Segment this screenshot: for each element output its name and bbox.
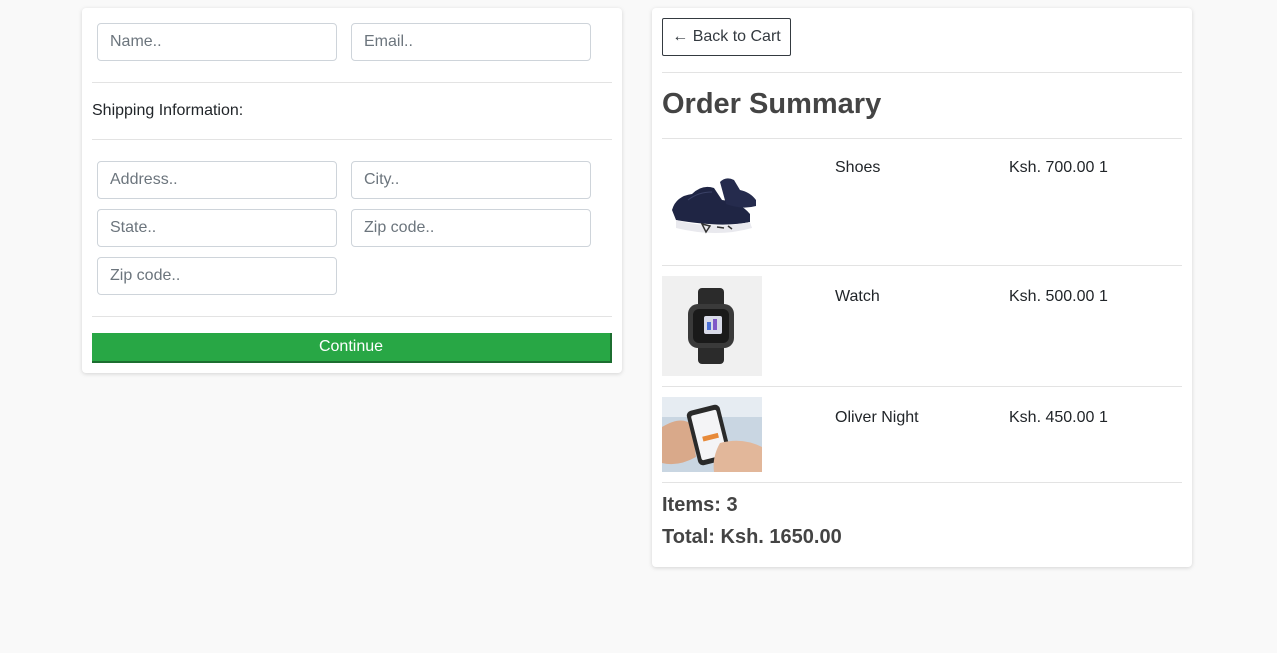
item-price: Ksh. 700.00 — [1009, 159, 1095, 176]
items-count: Items: 3 — [662, 494, 738, 516]
shipping-heading: Shipping Information: — [92, 102, 244, 119]
zip-code-field[interactable] — [351, 209, 591, 247]
item-name: Watch — [835, 288, 880, 305]
item-quantity: 1 — [1099, 288, 1108, 305]
item-name: Shoes — [835, 159, 881, 176]
email-field[interactable] — [351, 23, 591, 61]
order-item-row: Shoes Ksh. 700.00 1 — [662, 148, 1182, 265]
back-to-cart-button[interactable]: ← Back to Cart — [662, 18, 791, 56]
divider — [92, 139, 612, 140]
order-item-row: Watch Ksh. 500.00 1 — [662, 276, 1182, 376]
city-field[interactable] — [351, 161, 591, 199]
divider — [92, 316, 612, 317]
order-total: Total: Ksh. 1650.00 — [662, 526, 842, 548]
divider — [662, 138, 1182, 139]
item-price: Ksh. 450.00 — [1009, 409, 1095, 426]
divider — [662, 72, 1182, 73]
name-field[interactable] — [97, 23, 337, 61]
phone-in-hand-image — [662, 397, 762, 472]
divider — [662, 482, 1182, 483]
item-price: Ksh. 500.00 — [1009, 288, 1095, 305]
continue-button[interactable]: Continue — [92, 333, 612, 363]
address-field[interactable] — [97, 161, 337, 199]
order-item-row: Oliver Night Ksh. 450.00 1 — [662, 397, 1182, 472]
item-quantity: 1 — [1099, 159, 1108, 176]
divider — [662, 265, 1182, 266]
order-summary-card: ← Back to Cart Order Summary Shoes Ksh. … — [652, 8, 1192, 567]
smartwatch-image — [662, 276, 762, 376]
divider — [92, 82, 612, 83]
state-field[interactable] — [97, 209, 337, 247]
divider — [662, 386, 1182, 387]
item-quantity: 1 — [1099, 409, 1108, 426]
checkout-form-card: Shipping Information: Continue — [82, 8, 622, 373]
item-name: Oliver Night — [835, 409, 919, 426]
zip-code-field-2[interactable] — [97, 257, 337, 295]
order-summary-title: Order Summary — [662, 88, 882, 120]
sneaker-image — [662, 148, 762, 265]
